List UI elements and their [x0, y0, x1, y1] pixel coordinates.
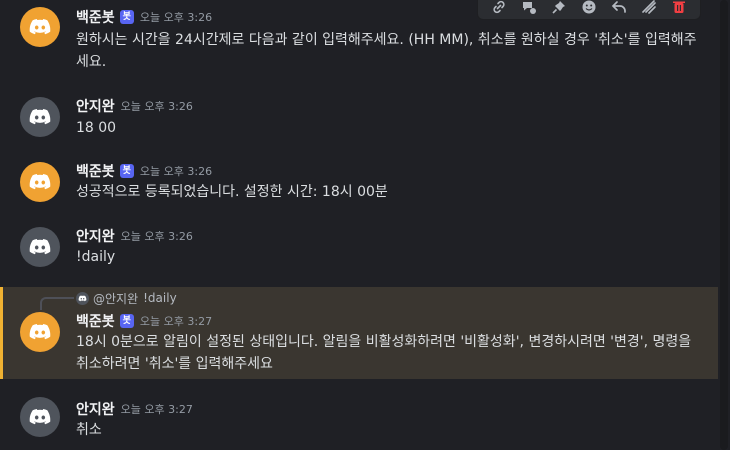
avatar[interactable]: [20, 312, 60, 352]
bot-tag: 봇: [119, 10, 134, 24]
message-action-toolbar: [477, 0, 701, 20]
reply-author[interactable]: @안지완: [93, 290, 138, 307]
emoji-icon[interactable]: [579, 0, 599, 17]
forward-icon[interactable]: [639, 0, 659, 17]
username[interactable]: 안지완: [76, 226, 115, 246]
timestamp[interactable]: 오늘 오후 3:26: [140, 163, 212, 179]
message-content: 취소: [76, 422, 102, 438]
discord-logo-icon: [29, 409, 51, 425]
avatar[interactable]: [20, 97, 60, 137]
thread-icon[interactable]: [519, 0, 539, 17]
chat-message-list: 백준봇 봇 오늘 오후 3:26 원하시는 시간을 24시간제로 다음과 같이 …: [0, 0, 730, 450]
reply-connector: [40, 297, 74, 310]
scrollbar-track[interactable]: [718, 0, 730, 450]
timestamp[interactable]: 오늘 오후 3:26: [140, 9, 212, 25]
message-content: 원하시는 시간을 24시간제로 다음과 같이 입력해주세요. (HH MM), …: [76, 32, 697, 70]
discord-logo-icon: [29, 324, 51, 340]
username[interactable]: 백준봇: [76, 311, 115, 331]
pin-icon[interactable]: [549, 0, 569, 17]
message-header: 안지완 오늘 오후 3:27: [76, 399, 193, 419]
discord-logo-icon: [29, 109, 51, 125]
avatar[interactable]: [20, 397, 60, 437]
timestamp[interactable]: 오늘 오후 3:27: [121, 401, 193, 417]
message-header: 백준봇 봇 오늘 오후 3:26: [76, 7, 212, 27]
bot-tag: 봇: [119, 164, 134, 178]
reply-preview[interactable]: @안지완 !daily: [76, 289, 177, 307]
username[interactable]: 안지완: [76, 399, 115, 419]
message-header: 백준봇 봇 오늘 오후 3:27: [76, 311, 212, 331]
delete-icon[interactable]: [669, 0, 689, 17]
discord-logo-icon: [78, 295, 87, 301]
message-content: 성공적으로 등록되었습니다. 설정한 시간: 18시 00분: [76, 184, 388, 200]
username[interactable]: 백준봇: [76, 161, 115, 181]
discord-logo-icon: [29, 174, 51, 190]
reply-text[interactable]: !daily: [143, 291, 177, 305]
timestamp[interactable]: 오늘 오후 3:26: [121, 228, 193, 244]
avatar[interactable]: [20, 7, 60, 47]
message-content: !daily: [76, 249, 116, 265]
scrollbar-thumb[interactable]: [720, 0, 728, 450]
reply-icon[interactable]: [609, 0, 629, 17]
username[interactable]: 안지완: [76, 96, 115, 116]
link-icon[interactable]: [489, 0, 509, 17]
discord-logo-icon: [29, 19, 51, 35]
avatar[interactable]: [20, 162, 60, 202]
bot-tag: 봇: [119, 314, 134, 328]
timestamp[interactable]: 오늘 오후 3:27: [140, 313, 212, 329]
timestamp[interactable]: 오늘 오후 3:26: [121, 98, 193, 114]
avatar: [76, 291, 89, 305]
message-header: 백준봇 봇 오늘 오후 3:26: [76, 161, 212, 181]
message-header: 안지완 오늘 오후 3:26: [76, 226, 193, 246]
message-content: 18시 0분으로 알림이 설정된 상태입니다. 알림을 비활성화하려면 '비활성…: [76, 334, 692, 372]
username[interactable]: 백준봇: [76, 7, 115, 27]
discord-logo-icon: [29, 239, 51, 255]
message-header: 안지완 오늘 오후 3:26: [76, 96, 193, 116]
message-content: 18 00: [76, 120, 117, 136]
avatar[interactable]: [20, 227, 60, 267]
